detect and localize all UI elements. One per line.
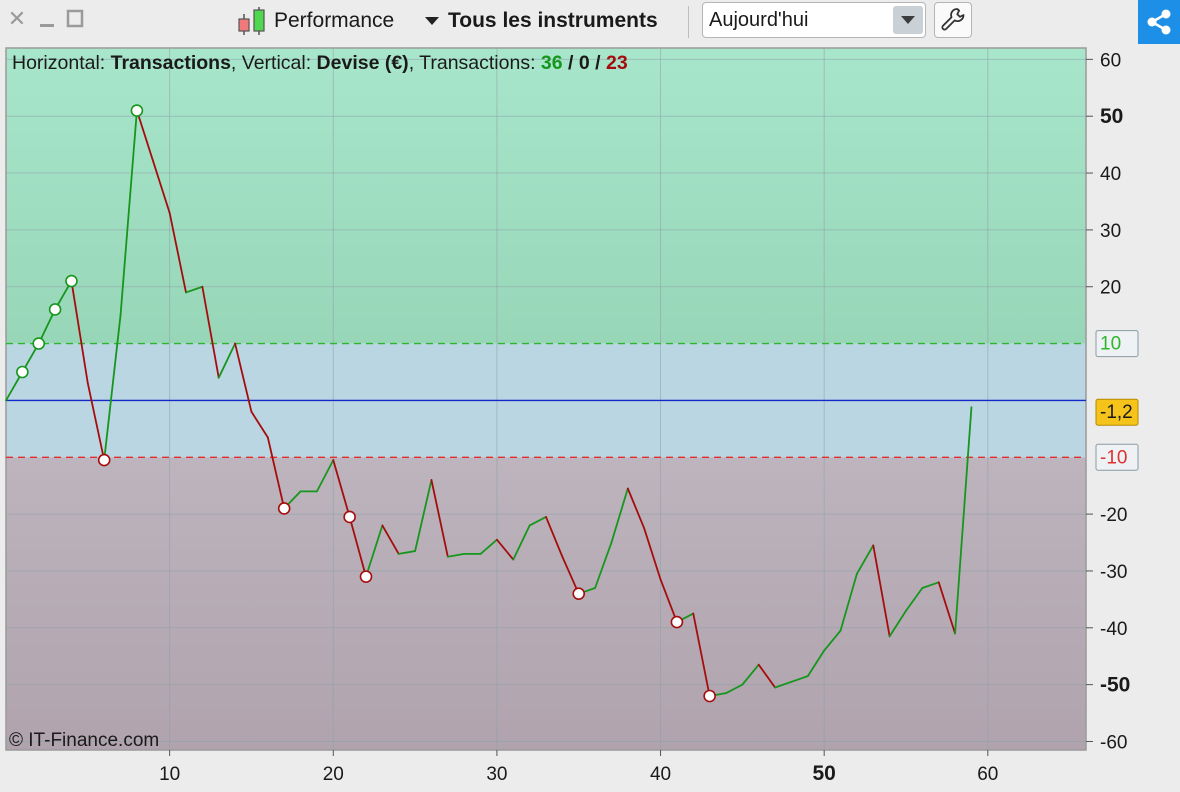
chevron-down-icon[interactable] <box>893 6 923 34</box>
minimize-icon[interactable] <box>36 6 58 32</box>
data-point-marker <box>48 303 62 316</box>
info-count-sep2: / <box>590 52 606 74</box>
data-point-marker <box>343 510 356 524</box>
performance-label: Performance <box>274 9 395 32</box>
data-point-marker <box>703 689 716 703</box>
data-point-marker <box>670 615 684 629</box>
settings-button[interactable] <box>934 2 972 38</box>
y-tick-label: -30 <box>1100 562 1127 583</box>
minimize-glyph <box>40 24 54 27</box>
reference-badge-label: 10 <box>1100 334 1121 355</box>
data-point-marker <box>32 337 46 350</box>
data-point-marker <box>97 453 111 467</box>
x-tick-label: 40 <box>650 764 671 785</box>
share-icon <box>1147 9 1171 35</box>
data-point-marker <box>16 365 29 379</box>
y-tick-label: 20 <box>1100 278 1121 299</box>
info-vertical-value: Devise (€) <box>317 52 409 74</box>
x-axis: 10 20 30 40 50 60 <box>159 750 998 785</box>
data-point-marker <box>130 104 144 117</box>
toolbar-separator <box>688 6 689 38</box>
y-tick-label: -60 <box>1100 732 1127 753</box>
info-line: Horizontal: Transactions, Vertical: Devi… <box>12 52 628 74</box>
x-tick-label: 60 <box>977 764 998 785</box>
maximize-icon[interactable] <box>64 6 86 32</box>
y-tick-label: 60 <box>1100 50 1121 71</box>
zone-upper <box>6 48 1086 344</box>
period-select[interactable]: Aujourd'hui <box>702 2 926 38</box>
wrench-icon <box>941 8 965 31</box>
y-tick-label: -40 <box>1100 619 1127 640</box>
reference-badge-label: -10 <box>1100 447 1127 468</box>
data-point-marker <box>359 570 373 583</box>
performance-button[interactable]: Performance <box>236 6 394 36</box>
watermark: © IT-Finance.com <box>9 730 159 751</box>
candlestick-icon <box>238 7 265 35</box>
reference-badge-label: -1,2 <box>1100 402 1133 423</box>
caret-down-icon <box>425 17 439 25</box>
y-tick-label: -20 <box>1100 505 1127 526</box>
chart-zones <box>5 47 1087 751</box>
info-vertical-prefix: , Vertical: <box>231 52 317 74</box>
y-tick-label: -50 <box>1100 674 1130 697</box>
y-tick-label: 30 <box>1100 221 1121 242</box>
info-count-red: 23 <box>606 52 628 74</box>
maximize-glyph <box>66 9 84 28</box>
toolbar: ✕ Performance Tous les instruments Aujou… <box>0 0 1180 46</box>
info-horizontal-prefix: Horizontal: <box>12 52 111 74</box>
share-button[interactable] <box>1138 0 1180 44</box>
info-count-green: 36 <box>541 52 563 74</box>
x-tick-label: 10 <box>159 764 180 785</box>
close-icon[interactable]: ✕ <box>6 6 28 32</box>
info-count-sep1: / <box>563 52 579 74</box>
info-count-zero: 0 <box>579 52 590 74</box>
zone-lower <box>6 457 1086 750</box>
data-point-marker <box>572 587 586 600</box>
info-horizontal-value: Transactions <box>111 52 231 74</box>
period-value: Aujourd'hui <box>709 9 809 31</box>
data-point-marker <box>65 274 78 288</box>
data-point-marker <box>277 502 291 515</box>
x-tick-label: 20 <box>323 764 344 785</box>
y-tick-label: 40 <box>1100 164 1121 185</box>
instruments-label: Tous les instruments <box>448 9 658 32</box>
y-tick-label: 50 <box>1100 105 1123 128</box>
performance-chart[interactable]: 10 20 30 40 50 60 60 50 40 30 20 -20 -30 -40 -50 -60 1… <box>0 46 1180 792</box>
x-tick-label: 50 <box>813 762 836 785</box>
info-count-prefix: , Transactions: <box>409 52 541 74</box>
reference-badges: 10 -1,2 -10 <box>1095 330 1139 471</box>
instruments-dropdown[interactable]: Tous les instruments <box>424 6 658 36</box>
x-tick-label: 30 <box>486 764 507 785</box>
